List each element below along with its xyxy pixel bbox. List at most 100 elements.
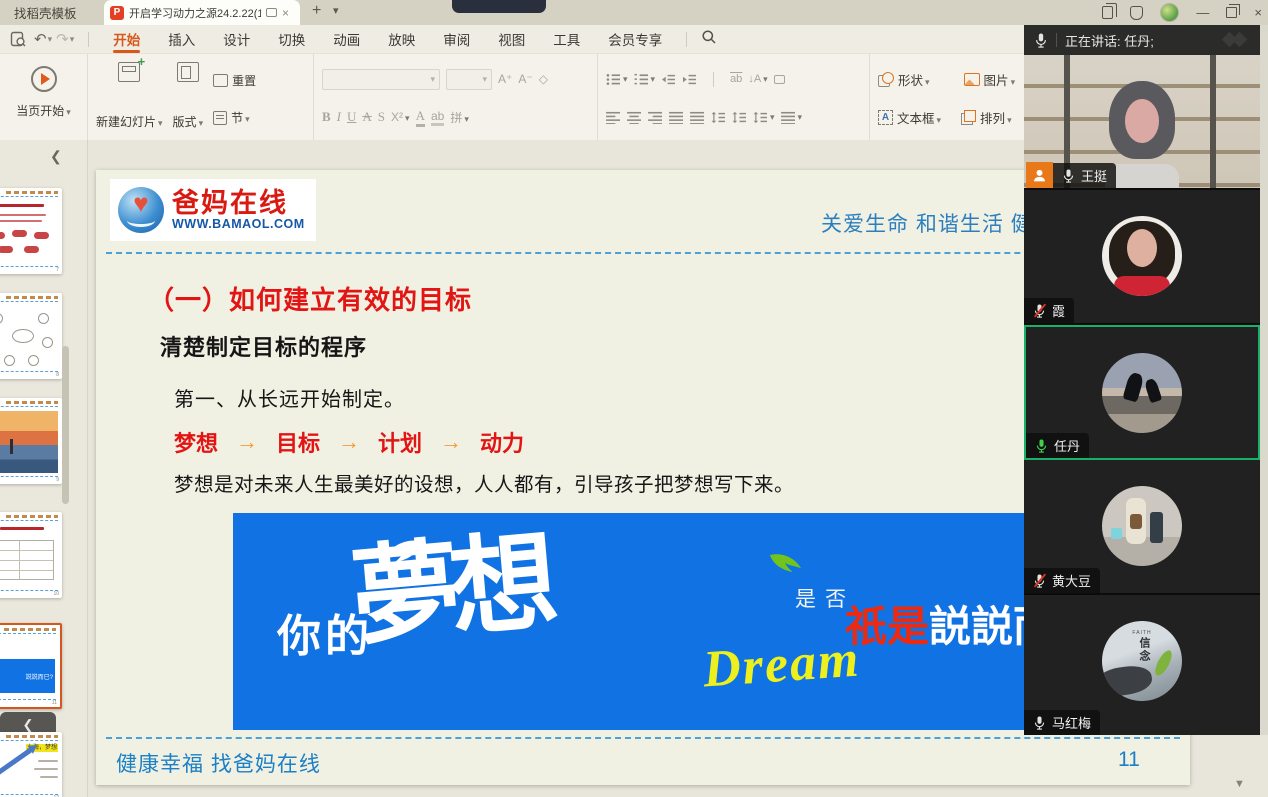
divider <box>686 32 687 47</box>
line-spacing-button[interactable]: ▾ <box>753 111 775 124</box>
undo-icon[interactable]: ↶ <box>34 30 47 48</box>
slide-thumbnail-8[interactable]: 8 <box>0 293 62 379</box>
menu-animation[interactable]: 动画 <box>319 25 374 53</box>
menu-home[interactable]: 开始 <box>99 25 154 53</box>
superscript-button[interactable]: X²▾ <box>391 110 410 124</box>
text-shadow-button[interactable]: S <box>378 109 385 125</box>
align-right-button[interactable] <box>648 111 663 124</box>
bold-button[interactable]: B <box>322 109 331 125</box>
slide-thumbnail-7[interactable]: 7 <box>0 188 62 274</box>
layout-icon <box>177 62 199 82</box>
slide-thumbnail-10[interactable]: 10 <box>0 512 62 598</box>
menu-view[interactable]: 视图 <box>484 25 539 53</box>
slide-header-slogan[interactable]: 关爱生命 和谐生活 健康 <box>821 208 1055 238</box>
decrease-indent-button[interactable] <box>661 73 676 86</box>
text-frame-button[interactable] <box>774 75 785 84</box>
menu-transition[interactable]: 切换 <box>264 25 319 53</box>
protect-shield-icon[interactable] <box>1130 6 1143 20</box>
justify-button[interactable] <box>669 111 684 124</box>
participant-video-mahongmei[interactable]: FAITH 信念 马红梅 <box>1024 595 1260 735</box>
numbered-list-button[interactable]: ▾ <box>634 73 656 86</box>
slide-thumbnail-9[interactable]: 9 <box>0 398 62 484</box>
slide-subtitle[interactable]: 清楚制定目标的程序 <box>160 330 367 362</box>
paragraph-settings-button[interactable]: ▾ <box>781 111 803 124</box>
distribute-button[interactable] <box>690 111 705 124</box>
menu-member[interactable]: 会员专享 <box>594 25 676 53</box>
new-slide-button[interactable]: 新建幻灯片▾ <box>96 62 163 136</box>
row-spacing-button[interactable] <box>711 111 726 124</box>
underline-button[interactable]: U <box>347 109 356 125</box>
layout-button[interactable]: 版式▾ <box>173 62 204 136</box>
tab-docer-templates[interactable]: 找稻壳模板 <box>0 0 91 25</box>
clear-format-icon[interactable]: ◇ <box>539 72 548 86</box>
participant-video-wangting[interactable]: 王挺 <box>1024 55 1260 190</box>
tab-document[interactable]: P 开启学习动力之源24.2.22(1).p × <box>104 0 300 25</box>
strikethrough-button[interactable]: A <box>362 109 371 125</box>
shapes-button[interactable]: 形状▾ <box>898 70 930 89</box>
minimize-button[interactable]: — <box>1196 6 1209 19</box>
participant-video-huangdadou[interactable]: 黄大豆 <box>1024 460 1260 595</box>
undo-caret-icon[interactable]: ▾ <box>48 34 53 45</box>
search-icon[interactable] <box>701 29 717 50</box>
menu-insert[interactable]: 插入 <box>154 25 209 53</box>
font-family-select[interactable]: ▾ <box>322 69 440 90</box>
slides-group: 新建幻灯片▾ 版式▾ 重置 节▾ <box>88 54 314 140</box>
mini-table <box>0 540 54 580</box>
tab-list-caret-icon[interactable]: ▾ <box>333 4 339 17</box>
play-slideshow-icon[interactable] <box>31 66 57 92</box>
dream-flow-line[interactable]: 梦想→ 目标→ 计划→ 动力 <box>174 426 524 458</box>
menu-design[interactable]: 设计 <box>209 25 264 53</box>
slide-footer-text[interactable]: 健康幸福 找爸妈在线 <box>116 748 321 778</box>
collapse-panel-icon[interactable]: ❮ <box>50 148 62 165</box>
align-left-button[interactable] <box>606 111 621 124</box>
column-spacing-button[interactable] <box>732 111 747 124</box>
menu-review[interactable]: 审阅 <box>429 25 484 53</box>
highlight-color-button[interactable]: ab <box>431 109 444 126</box>
slide-paragraph[interactable]: 梦想是对未来人生最美好的设想，人人都有，引导孩子把梦想写下来。 <box>174 468 794 497</box>
find-replace-icon[interactable] <box>10 31 26 47</box>
reset-button[interactable]: 重置 <box>213 62 256 99</box>
account-avatar[interactable] <box>1160 3 1179 22</box>
slide-title[interactable]: （一）如何建立有效的目标 <box>148 280 472 317</box>
divider <box>88 32 89 47</box>
restore-button[interactable] <box>1226 7 1237 18</box>
text-direction-button[interactable]: ↓A▾ <box>748 73 767 85</box>
tab-close-icon[interactable]: × <box>282 6 289 20</box>
font-size-select[interactable]: ▾ <box>446 69 492 90</box>
participant-video-rendan[interactable]: 任丹 <box>1024 325 1260 460</box>
section-button[interactable]: 节▾ <box>213 99 256 136</box>
quickbar-caret-icon[interactable]: ▾ <box>70 34 75 45</box>
menu-slideshow[interactable]: 放映 <box>374 25 429 53</box>
align-center-button[interactable] <box>627 111 642 124</box>
arrange-button[interactable]: 排列▾ <box>980 108 1012 127</box>
copy-window-icon[interactable] <box>1102 6 1113 19</box>
increase-indent-button[interactable] <box>682 73 697 86</box>
picture-button[interactable]: 图片▾ <box>984 70 1016 89</box>
logo-title: 爸妈在线 <box>172 190 305 217</box>
redo-icon[interactable]: ↷ <box>56 30 69 48</box>
section-icon <box>213 111 227 125</box>
textbox-button[interactable]: 文本框▾ <box>897 108 941 127</box>
bullet-list-button[interactable]: ▾ <box>606 73 628 86</box>
font-color-button[interactable]: A <box>416 108 425 127</box>
menu-tools[interactable]: 工具 <box>539 25 594 53</box>
participant-video-xia[interactable]: 霞 <box>1024 190 1260 325</box>
dream-banner-image[interactable]: 你的 夢想 是否 祇是説説而已? Dream <box>233 513 1133 730</box>
bamaol-logo[interactable]: 爸妈在线 WWW.BAMAOL.COM <box>110 179 316 241</box>
close-button[interactable]: × <box>1254 6 1262 19</box>
share-to-screen-icon[interactable] <box>266 8 277 17</box>
avatar <box>1102 216 1182 296</box>
new-tab-button[interactable]: + <box>312 2 321 20</box>
decrease-font-button[interactable]: A⁻ <box>518 72 532 86</box>
italic-button[interactable]: I <box>337 109 341 125</box>
thumbnail-scrollbar[interactable] <box>62 346 69 504</box>
pinyin-guide-button[interactable]: 拼▾ <box>450 109 469 126</box>
character-scale-button[interactable]: ab <box>730 73 742 85</box>
slide-thumbnail-12[interactable]: 上海，梦想 12 <box>0 732 62 797</box>
slide-point-1[interactable]: 第一、从长远开始制定。 <box>174 383 405 412</box>
slide-thumbnail-11-current[interactable]: 説説而已? 11 <box>0 623 62 709</box>
scroll-down-arrow[interactable]: ▼ <box>1234 778 1245 790</box>
increase-font-button[interactable]: A⁺ <box>498 72 512 86</box>
start-from-page-button[interactable]: 当页开始▾ <box>16 102 71 119</box>
docked-meeting-bar[interactable] <box>452 0 546 13</box>
